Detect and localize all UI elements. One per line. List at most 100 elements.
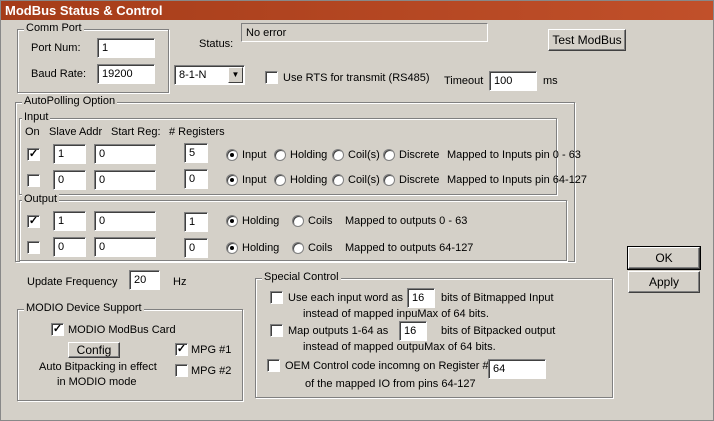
- special-opt2-prefix: Map outputs 1-64 as: [288, 325, 389, 337]
- input-row1-label-input: Input: [242, 149, 267, 161]
- special-opt1-suffix: bits of Bitmapped Input: [441, 292, 554, 304]
- status-label: Status:: [199, 38, 234, 50]
- input-row1-slave[interactable]: 1: [53, 144, 86, 164]
- input-row1-label-coils: Coil(s): [348, 149, 380, 161]
- output-row2-checkbox[interactable]: [27, 241, 40, 254]
- input-row2-label-discrete: Discrete: [399, 174, 440, 186]
- config-button[interactable]: Config: [68, 342, 120, 358]
- input-row1-radio-discrete[interactable]: [383, 149, 395, 161]
- output-row2-start[interactable]: 0: [94, 237, 156, 257]
- window-title: ModBus Status & Control: [5, 3, 163, 18]
- input-row2-label-coils: Coil(s): [348, 174, 380, 186]
- apply-button[interactable]: Apply: [628, 271, 700, 293]
- input-row2-count[interactable]: 0: [184, 169, 208, 189]
- header-registers: # Registers: [169, 126, 225, 138]
- comm-port-label: Comm Port: [24, 22, 84, 35]
- timeout-input[interactable]: 100: [489, 71, 537, 91]
- output-row2-slave[interactable]: 0: [53, 237, 86, 257]
- input-row2-start[interactable]: 0: [94, 170, 156, 190]
- input-row1-checkbox[interactable]: ✓: [27, 148, 40, 161]
- mpg1-checkbox[interactable]: ✓: [175, 343, 188, 356]
- input-row2-radio-coils[interactable]: [332, 174, 344, 186]
- data-format-select[interactable]: 8-1-N ▼: [174, 65, 245, 85]
- input-row2-mapping: Mapped to Inputs pin 64-127: [447, 174, 588, 186]
- timeout-unit: ms: [543, 75, 558, 87]
- autopolling-label: AutoPolling Option: [22, 95, 118, 108]
- output-row1-slave[interactable]: 1: [53, 211, 86, 231]
- special-opt2-suffix: bits of Bitpacked output: [441, 325, 556, 337]
- input-row2-radio-holding[interactable]: [274, 174, 286, 186]
- input-row2-checkbox[interactable]: [27, 174, 40, 187]
- special-opt2-line2: instead of mapped outpuMax of 64 bits.: [303, 341, 496, 353]
- input-group-label: Input: [22, 111, 51, 124]
- special-opt1-checkbox[interactable]: [270, 291, 283, 304]
- modio-group-label: MODIO Device Support: [24, 302, 144, 315]
- input-row1-mapping: Mapped to Inputs pin 0 - 63: [447, 149, 581, 161]
- special-opt2-checkbox[interactable]: [270, 324, 283, 337]
- header-slave-addr: Slave Addr: [49, 126, 103, 138]
- output-row1-checkbox[interactable]: ✓: [27, 215, 40, 228]
- output-row2-count[interactable]: 0: [184, 238, 208, 258]
- special-opt1-prefix: Use each input word as: [288, 292, 403, 304]
- input-row2-radio-discrete[interactable]: [383, 174, 395, 186]
- input-row2-radio-input[interactable]: [226, 174, 238, 186]
- output-group-label: Output: [22, 193, 60, 206]
- input-row1-count[interactable]: 5: [184, 143, 208, 163]
- special-opt2-input[interactable]: 16: [399, 321, 427, 341]
- input-row2-label-holding: Holding: [290, 174, 328, 186]
- mpg2-checkbox[interactable]: [175, 364, 188, 377]
- special-opt3-prefix: OEM Control code incomng on Register #: [285, 360, 489, 372]
- output-row2-mapping: Mapped to outputs 64-127: [345, 242, 474, 254]
- output-row1-count[interactable]: 1: [184, 212, 208, 232]
- input-row1-label-discrete: Discrete: [399, 149, 440, 161]
- header-on: On: [25, 126, 40, 138]
- special-opt1-line2: instead of mapped inpuMax of 64 bits.: [303, 308, 489, 320]
- input-row1-radio-coils[interactable]: [332, 149, 344, 161]
- special-control-label: Special Control: [262, 271, 341, 284]
- output-row1-start[interactable]: 0: [94, 211, 156, 231]
- baud-rate-label: Baud Rate:: [31, 68, 87, 80]
- rts-label: Use RTS for transmit (RS485): [283, 72, 430, 84]
- modio-note-line1: Auto Bitpacking in effect: [39, 361, 157, 373]
- update-frequency-unit: Hz: [173, 276, 187, 288]
- chevron-down-icon[interactable]: ▼: [228, 67, 243, 83]
- special-opt3-checkbox[interactable]: [267, 359, 280, 372]
- input-row1-label-holding: Holding: [290, 149, 328, 161]
- title-bar[interactable]: ModBus Status & Control: [1, 1, 713, 20]
- special-opt3-line2: of the mapped IO from pins 64-127: [305, 378, 476, 390]
- status-display: No error: [241, 23, 488, 42]
- output-row2-label-coils: Coils: [308, 242, 333, 254]
- header-start-reg: Start Reg:: [111, 126, 161, 138]
- output-row1-label-coils: Coils: [308, 215, 333, 227]
- output-row1-mapping: Mapped to outputs 0 - 63: [345, 215, 468, 227]
- port-num-label: Port Num:: [31, 42, 81, 54]
- mpg1-label: MPG #1: [191, 344, 232, 356]
- special-opt1-input[interactable]: 16: [407, 288, 435, 308]
- output-row1-radio-holding[interactable]: [226, 215, 238, 227]
- rts-checkbox[interactable]: [265, 71, 278, 84]
- input-row2-slave[interactable]: 0: [53, 170, 86, 190]
- output-row2-radio-holding[interactable]: [226, 242, 238, 254]
- input-row1-radio-holding[interactable]: [274, 149, 286, 161]
- modio-note-line2: in MODIO mode: [57, 376, 137, 388]
- port-num-input[interactable]: 1: [97, 38, 155, 58]
- data-format-value: 8-1-N: [179, 69, 207, 81]
- modio-card-checkbox[interactable]: ✓: [51, 323, 64, 336]
- modio-card-label: MODIO ModBus Card: [68, 324, 176, 336]
- output-row1-label-holding: Holding: [242, 215, 280, 227]
- update-frequency-label: Update Frequency: [27, 276, 118, 288]
- output-row2-label-holding: Holding: [242, 242, 280, 254]
- update-frequency-input[interactable]: 20: [129, 270, 160, 290]
- ok-button[interactable]: OK: [627, 246, 701, 270]
- baud-rate-input[interactable]: 19200: [97, 64, 155, 84]
- mpg2-label: MPG #2: [191, 365, 232, 377]
- input-row2-label-input: Input: [242, 174, 267, 186]
- output-row1-radio-coils[interactable]: [292, 215, 304, 227]
- test-modbus-button[interactable]: Test ModBus: [548, 29, 626, 51]
- input-row1-radio-input[interactable]: [226, 149, 238, 161]
- special-opt3-input[interactable]: 64: [488, 359, 546, 379]
- modbus-dialog: ModBus Status & Control Comm Port Port N…: [0, 0, 714, 421]
- input-row1-start[interactable]: 0: [94, 144, 156, 164]
- timeout-label: Timeout: [444, 75, 484, 87]
- output-row2-radio-coils[interactable]: [292, 242, 304, 254]
